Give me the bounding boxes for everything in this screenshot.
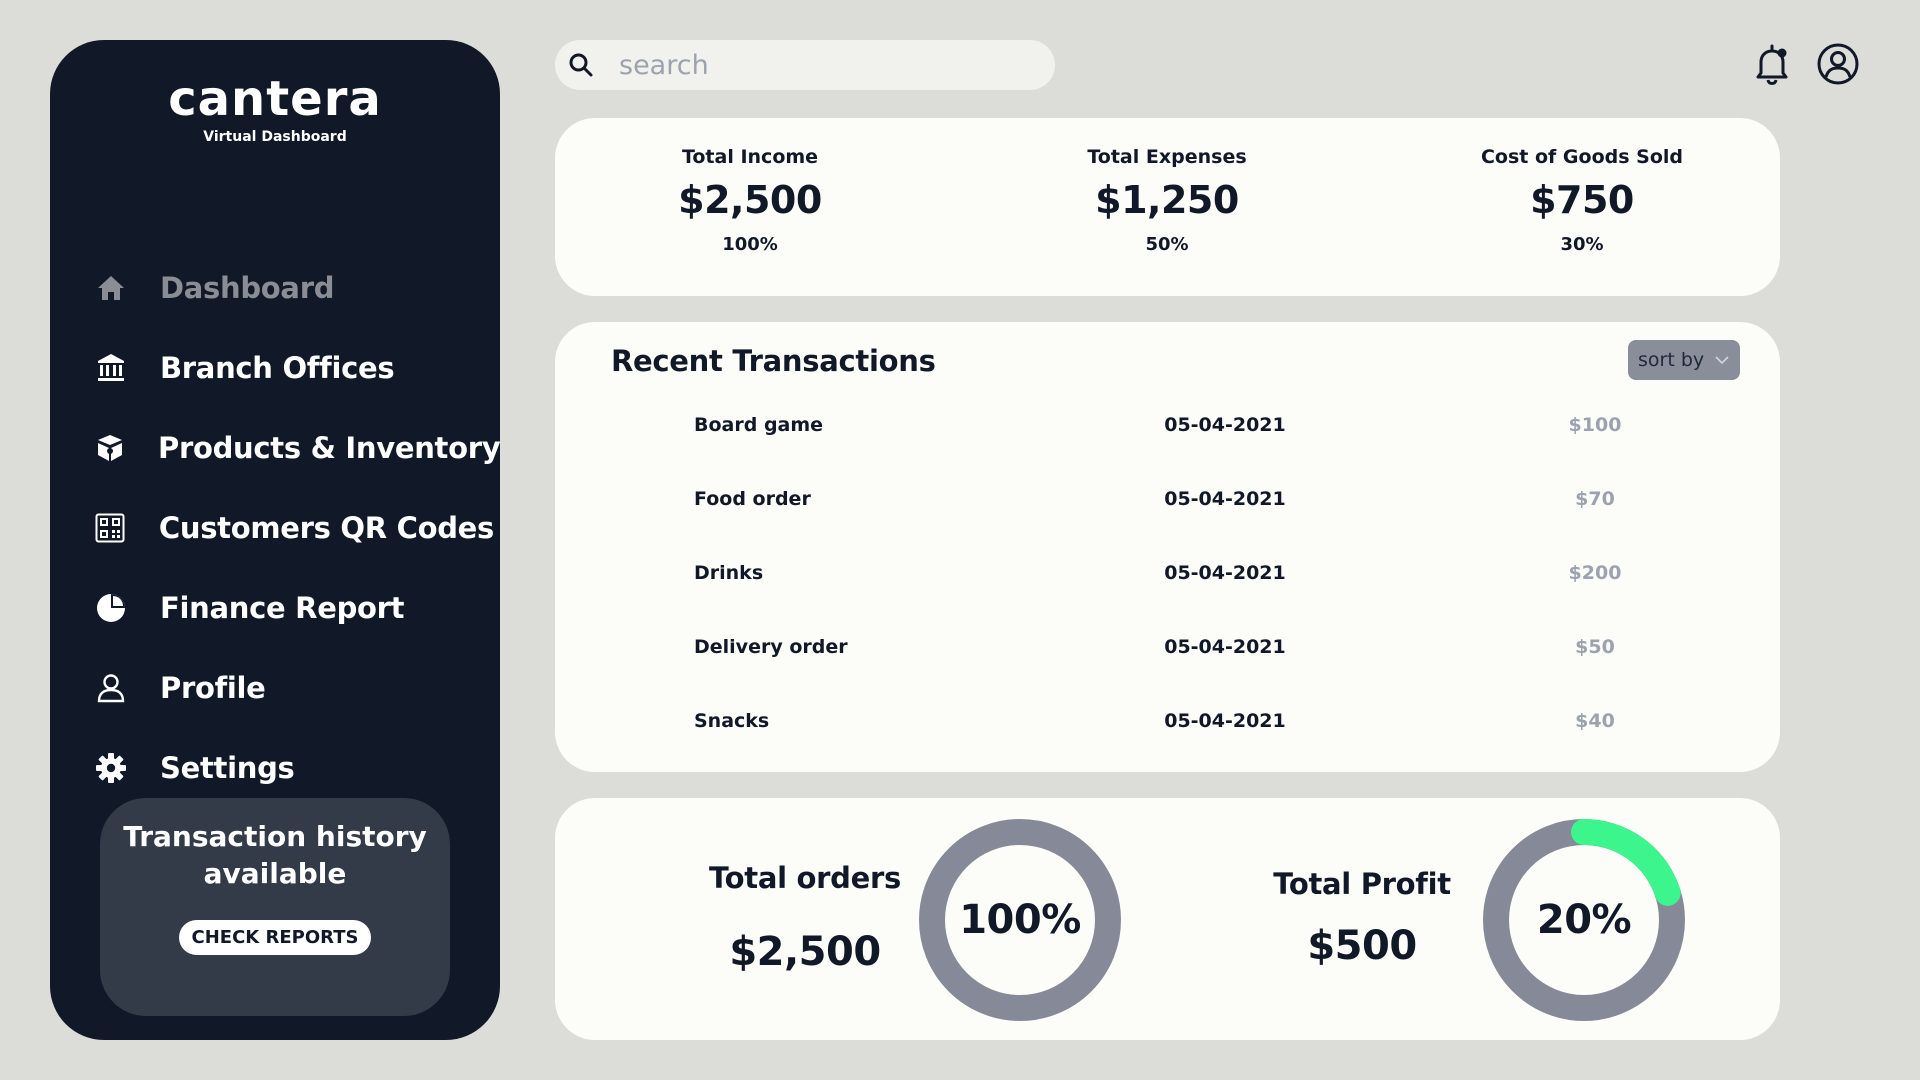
qr-code-icon [94, 511, 127, 545]
box-icon [94, 431, 126, 465]
sort-by-label: sort by [1638, 349, 1705, 371]
sidebar-item-finance-report[interactable]: Finance Report [94, 568, 494, 648]
brand-logo[interactable]: cantera Virtual Dashboard [50, 71, 500, 146]
sidebar-item-customers-qr-codes[interactable]: Customers QR Codes [94, 488, 494, 568]
sidebar-nav: Dashboard Branch Offices Products & Inve… [94, 248, 501, 808]
search-bar [555, 40, 1055, 90]
stat-label: Cost of Goods Sold [1480, 146, 1683, 168]
transaction-amount: $70 [1575, 488, 1615, 510]
transaction-row[interactable]: Snacks 05-04-2021 $40 [555, 700, 1780, 774]
transaction-history-promo: Transaction history available CHECK REPO… [100, 798, 450, 1016]
stat-total-expenses: Total Expenses $1,250 50% [1017, 146, 1317, 255]
transaction-amount: $40 [1575, 710, 1615, 732]
total-orders-value: $2,500 [729, 929, 881, 975]
stat-value: $1,250 [1095, 178, 1239, 222]
transaction-date: 05-04-2021 [1164, 710, 1286, 732]
sidebar-item-dashboard[interactable]: Dashboard [94, 248, 494, 328]
home-icon [94, 271, 128, 305]
chevron-down-icon [1714, 349, 1730, 371]
stats-card: Total Income $2,500 100% Total Expenses … [555, 118, 1780, 296]
sidebar-item-label: Profile [160, 671, 266, 705]
sidebar-item-profile[interactable]: Profile [94, 648, 494, 728]
search-input[interactable] [619, 49, 1019, 81]
profit-percent-label: 20% [1536, 897, 1632, 943]
sidebar: cantera Virtual Dashboard Dashboard Bran… [50, 40, 501, 1040]
transaction-name: Delivery order [694, 636, 848, 658]
summary-card: Total orders $2,500 100% Total Profit $5… [555, 798, 1780, 1040]
total-profit-block: Total Profit $500 [1222, 867, 1502, 969]
person-icon [94, 671, 128, 705]
recent-transactions-title: Recent Transactions [611, 344, 936, 378]
stat-label: Total Expenses [1087, 146, 1247, 168]
transaction-amount: $100 [1568, 414, 1622, 436]
transaction-row[interactable]: Food order 05-04-2021 $70 [555, 478, 1780, 552]
promo-title: Transaction history available [123, 820, 427, 890]
notification-bell-icon[interactable] [1750, 42, 1794, 86]
sort-by-dropdown[interactable]: sort by [1628, 340, 1740, 380]
sidebar-item-label: Finance Report [160, 591, 405, 625]
sidebar-item-label: Settings [160, 751, 295, 785]
total-profit-label: Total Profit [1273, 867, 1451, 901]
transaction-amount: $50 [1575, 636, 1615, 658]
user-avatar-icon[interactable] [1816, 42, 1860, 86]
transaction-date: 05-04-2021 [1164, 414, 1286, 436]
stat-percent: 30% [1560, 234, 1604, 255]
transaction-list: Board game 05-04-2021 $100 Food order 05… [555, 404, 1780, 774]
profit-donut-chart: 20% [1482, 818, 1686, 1022]
bank-icon [94, 351, 128, 385]
transaction-name: Board game [694, 414, 824, 436]
sidebar-item-settings[interactable]: Settings [94, 728, 494, 808]
transaction-name: Drinks [694, 562, 764, 584]
orders-percent-label: 100% [959, 897, 1081, 943]
total-orders-label: Total orders [709, 861, 901, 895]
sidebar-item-label: Dashboard [160, 271, 335, 305]
transaction-date: 05-04-2021 [1164, 636, 1286, 658]
stat-value: $2,500 [678, 178, 822, 222]
transaction-row[interactable]: Delivery order 05-04-2021 $50 [555, 626, 1780, 700]
transaction-name: Food order [694, 488, 811, 510]
brand-tagline: Virtual Dashboard [203, 129, 347, 146]
check-reports-button[interactable]: CHECK REPORTS [178, 920, 372, 955]
orders-donut-chart: 100% [918, 818, 1122, 1022]
transaction-date: 05-04-2021 [1164, 562, 1286, 584]
transaction-row[interactable]: Drinks 05-04-2021 $200 [555, 552, 1780, 626]
transaction-date: 05-04-2021 [1164, 488, 1286, 510]
stat-percent: 100% [722, 234, 778, 255]
transaction-name: Snacks [694, 710, 770, 732]
total-orders-block: Total orders $2,500 [655, 861, 955, 975]
stat-cost-of-goods-sold: Cost of Goods Sold $750 30% [1432, 146, 1732, 255]
stat-percent: 50% [1145, 234, 1189, 255]
sidebar-item-label: Customers QR Codes [158, 511, 494, 545]
stat-value: $750 [1530, 178, 1634, 222]
brand-name: cantera [168, 71, 382, 127]
sidebar-item-branch-offices[interactable]: Branch Offices [94, 328, 494, 408]
transaction-amount: $200 [1568, 562, 1622, 584]
gear-icon [94, 751, 128, 785]
transaction-row[interactable]: Board game 05-04-2021 $100 [555, 404, 1780, 478]
stat-total-income: Total Income $2,500 100% [600, 146, 900, 255]
sidebar-item-label: Branch Offices [160, 351, 395, 385]
search-icon [565, 49, 597, 81]
recent-transactions-card: Recent Transactions sort by Board game 0… [555, 322, 1780, 772]
sidebar-item-products-inventory[interactable]: Products & Inventory [94, 408, 501, 488]
stat-label: Total Income [681, 146, 819, 168]
sidebar-item-label: Products & Inventory [158, 431, 501, 465]
pie-chart-icon [94, 591, 128, 625]
total-profit-value: $500 [1307, 923, 1417, 969]
